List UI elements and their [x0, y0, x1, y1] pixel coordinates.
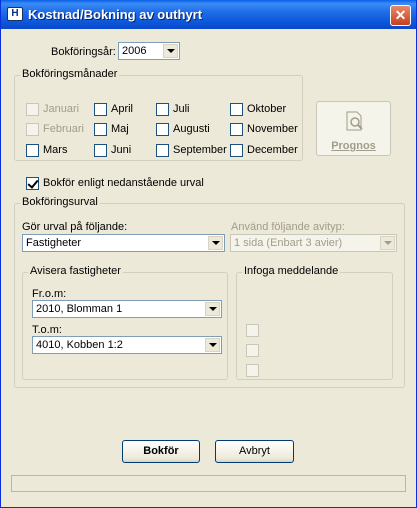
month-checkbox-mars[interactable]	[26, 144, 39, 157]
gor-urval-label: Gör urval på följande:	[22, 221, 128, 233]
bokfor-urval-checkbox[interactable]	[26, 177, 39, 190]
bokfor-button-label: Bokför	[143, 445, 179, 457]
to-label: T.o.m:	[32, 324, 62, 336]
avbryt-button[interactable]: Avbryt	[215, 440, 294, 463]
infoga-group: Infoga meddelande	[236, 265, 393, 380]
month-checkbox-maj[interactable]	[94, 123, 107, 136]
bokforingsar-value: 2006	[122, 45, 147, 57]
month-label-april: April	[111, 103, 134, 115]
search-document-icon	[346, 111, 363, 131]
window-title: Kostnad/Bokning av outhyrt	[28, 7, 203, 22]
title-bar[interactable]: H Kostnad/Bokning av outhyrt ✕	[1, 0, 416, 29]
bokforingsmanader-legend: Bokföringsmånader	[20, 68, 120, 80]
to-value: 4010, Kobben 1:2	[36, 339, 123, 351]
chevron-down-icon[interactable]	[205, 302, 220, 316]
month-label-september: September	[173, 144, 227, 156]
month-label-oktober: Oktober	[247, 103, 287, 115]
avisera-legend: Avisera fastigheter	[28, 265, 123, 277]
bokforingsar-select[interactable]: 2006	[118, 42, 180, 60]
month-checkbox-december[interactable]	[230, 144, 243, 157]
month-label-november: November	[247, 123, 298, 135]
chevron-down-icon[interactable]	[380, 236, 395, 250]
to-select[interactable]: 4010, Kobben 1:2	[32, 336, 222, 354]
gor-urval-select[interactable]: Fastigheter	[22, 234, 225, 252]
dialog-window: H Kostnad/Bokning av outhyrt ✕ Bokföring…	[0, 0, 417, 508]
from-label: Fr.o.m:	[32, 288, 67, 300]
month-checkbox-september[interactable]	[156, 144, 169, 157]
gor-urval-value: Fastigheter	[26, 237, 82, 249]
avbryt-button-label: Avbryt	[239, 445, 270, 457]
month-checkbox-augusti[interactable]	[156, 123, 169, 136]
month-label-maj: Maj	[111, 123, 129, 135]
avityp-label: Använd följande avityp:	[231, 221, 345, 233]
prognos-label: Prognos	[331, 140, 376, 152]
avityp-select[interactable]: 1 sida (Enbart 3 avier)	[230, 234, 397, 252]
month-label-februari: Februari	[43, 123, 84, 135]
month-label-juli: Juli	[173, 103, 190, 115]
from-value: 2010, Blomman 1	[36, 303, 123, 315]
month-checkbox-oktober[interactable]	[230, 103, 243, 116]
infoga-checkbox-3[interactable]	[246, 364, 259, 377]
month-checkbox-april[interactable]	[94, 103, 107, 116]
month-label-juni: Juni	[111, 144, 132, 156]
app-icon: H	[7, 7, 23, 21]
month-checkbox-november[interactable]	[230, 123, 243, 136]
infoga-checkbox-2[interactable]	[246, 344, 259, 357]
month-label-augusti: Augusti	[173, 123, 210, 135]
infoga-checkbox-1[interactable]	[246, 324, 259, 337]
avityp-value: 1 sida (Enbart 3 avier)	[234, 237, 343, 249]
from-select[interactable]: 2010, Blomman 1	[32, 300, 222, 318]
chevron-down-icon[interactable]	[205, 338, 220, 352]
status-bar	[11, 475, 406, 492]
close-button[interactable]: ✕	[390, 5, 411, 26]
close-icon: ✕	[394, 7, 407, 23]
month-checkbox-februari[interactable]	[26, 123, 39, 136]
month-label-mars: Mars	[43, 144, 68, 156]
bokforingsurval-legend: Bokföringsurval	[20, 196, 100, 208]
bokforingsar-label: Bokföringsår:	[51, 46, 116, 58]
infoga-legend: Infoga meddelande	[242, 265, 341, 277]
month-label-december: December	[247, 144, 298, 156]
month-checkbox-juli[interactable]	[156, 103, 169, 116]
month-checkbox-januari[interactable]	[26, 103, 39, 116]
bokfor-button[interactable]: Bokför	[122, 440, 200, 463]
chevron-down-icon[interactable]	[208, 236, 223, 250]
chevron-down-icon[interactable]	[163, 44, 178, 58]
month-label-januari: Januari	[43, 103, 80, 115]
prognos-button[interactable]: Prognos	[316, 101, 391, 156]
bokfor-urval-label: Bokför enligt nedanstående urval	[43, 177, 204, 189]
month-checkbox-juni[interactable]	[94, 144, 107, 157]
